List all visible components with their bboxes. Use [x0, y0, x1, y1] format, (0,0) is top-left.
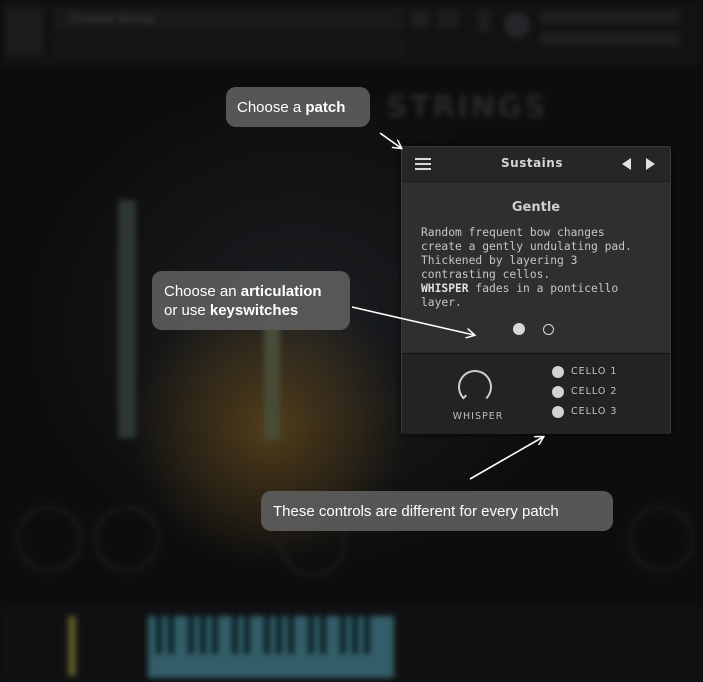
arrow-to-controls — [469, 437, 543, 480]
callout-arrows — [351, 132, 703, 480]
arrow-to-articulation — [351, 306, 474, 335]
arrow-to-patch — [379, 132, 401, 148]
plugin-screen: Shadow Strings STRINGS Choose a patch Ch… — [0, 0, 703, 682]
